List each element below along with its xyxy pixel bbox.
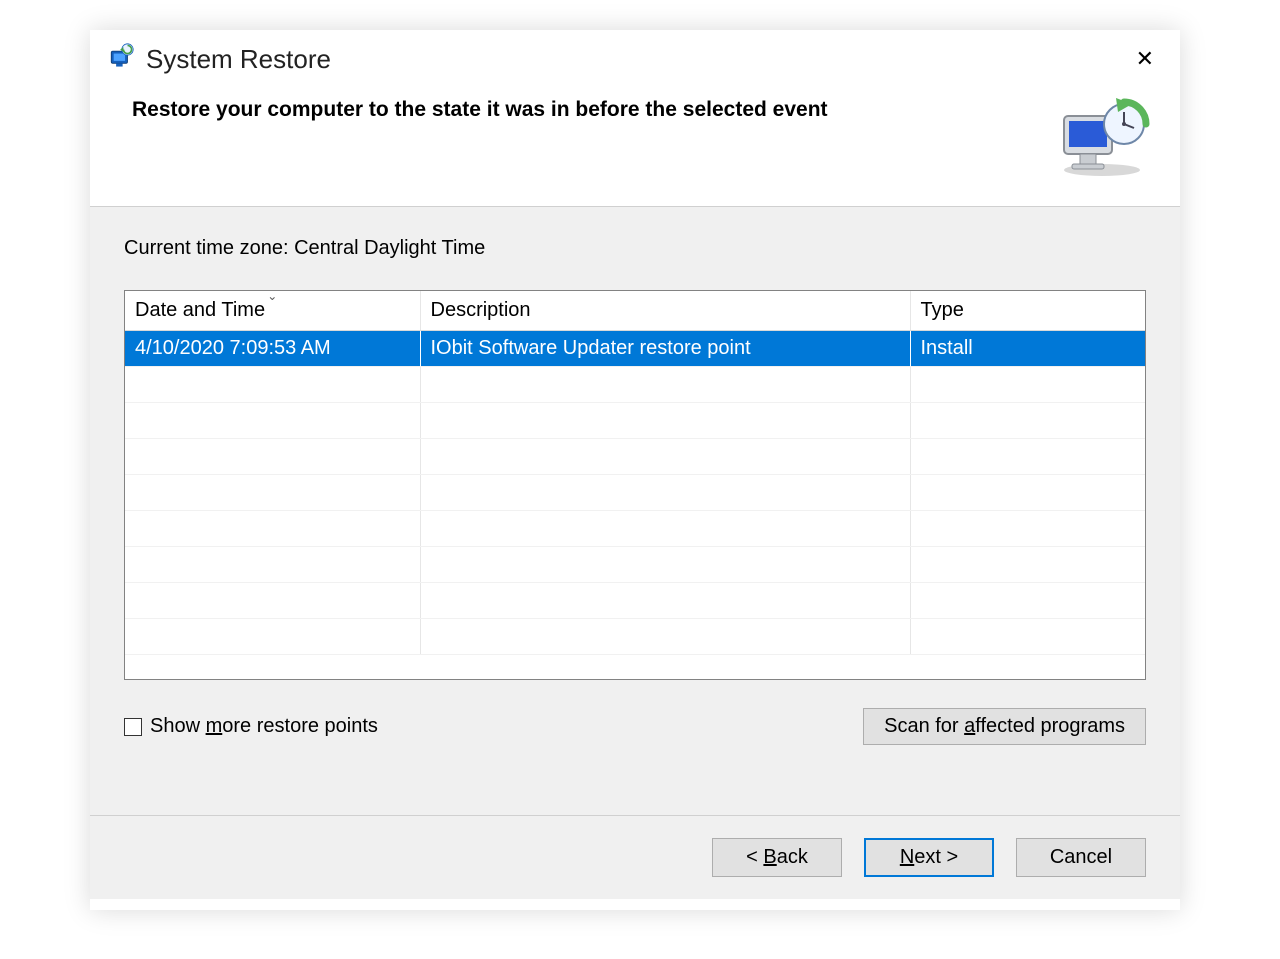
column-header-description-label: Description: [431, 299, 531, 321]
cell-empty: [910, 619, 1145, 655]
cell-empty: [910, 583, 1145, 619]
cell-empty: [910, 439, 1145, 475]
cell-empty: [125, 511, 420, 547]
cell-empty: [910, 511, 1145, 547]
content-area: Current time zone: Central Daylight Time…: [90, 207, 1180, 815]
cell-empty: [125, 619, 420, 655]
table-row[interactable]: 4/10/2020 7:09:53 AMIObit Software Updat…: [125, 331, 1145, 367]
page-heading: Restore your computer to the state it wa…: [132, 98, 828, 122]
close-icon[interactable]: ✕: [1128, 42, 1162, 76]
cell-type: Install: [910, 331, 1145, 367]
table-row[interactable]: [125, 403, 1145, 439]
cell-empty: [910, 367, 1145, 403]
cell-desc: IObit Software Updater restore point: [420, 331, 910, 367]
cell-empty: [125, 583, 420, 619]
system-restore-large-icon: [1054, 98, 1150, 178]
column-header-type[interactable]: Type: [910, 291, 1145, 331]
cell-empty: [125, 547, 420, 583]
cell-empty: [420, 475, 910, 511]
cell-empty: [910, 547, 1145, 583]
app-title: System Restore: [146, 44, 331, 75]
cell-empty: [125, 439, 420, 475]
column-header-type-label: Type: [921, 299, 964, 321]
table-row[interactable]: [125, 367, 1145, 403]
cell-empty: [910, 403, 1145, 439]
system-restore-dialog: System Restore ✕ Restore your computer t…: [90, 30, 1180, 910]
cancel-button[interactable]: Cancel: [1016, 838, 1146, 877]
cell-date: 4/10/2020 7:09:53 AM: [125, 331, 420, 367]
footer-buttons: < Back Next > Cancel: [90, 815, 1180, 899]
restore-points-table[interactable]: ⌄ Date and Time Description Type 4/10/20…: [124, 290, 1146, 680]
cell-empty: [420, 511, 910, 547]
table-row[interactable]: [125, 511, 1145, 547]
cell-empty: [420, 403, 910, 439]
scan-affected-button[interactable]: Scan for affected programs: [863, 708, 1146, 745]
column-header-description[interactable]: Description: [420, 291, 910, 331]
system-restore-app-icon: [108, 43, 134, 75]
cell-empty: [125, 367, 420, 403]
cell-empty: [420, 439, 910, 475]
next-button[interactable]: Next >: [864, 838, 994, 877]
header-area: Restore your computer to the state it wa…: [90, 86, 1180, 206]
table-row[interactable]: [125, 439, 1145, 475]
titlebar: System Restore ✕: [90, 30, 1180, 86]
table-row[interactable]: [125, 547, 1145, 583]
timezone-label: Current time zone: Central Daylight Time: [124, 237, 1146, 260]
table-row[interactable]: [125, 619, 1145, 655]
show-more-checkbox-wrap[interactable]: Show more restore points: [124, 715, 378, 738]
show-more-checkbox[interactable]: [124, 718, 142, 736]
table-row[interactable]: [125, 475, 1145, 511]
sort-indicator-icon: ⌄: [267, 290, 277, 303]
titlebar-left: System Restore: [108, 43, 331, 75]
column-header-date[interactable]: ⌄ Date and Time: [125, 291, 420, 331]
table-header-row: ⌄ Date and Time Description Type: [125, 291, 1145, 331]
show-more-label: Show more restore points: [150, 715, 378, 738]
cell-empty: [125, 403, 420, 439]
controls-row: Show more restore points Scan for affect…: [124, 708, 1146, 745]
back-button[interactable]: < Back: [712, 838, 842, 877]
cell-empty: [910, 475, 1145, 511]
cell-empty: [125, 475, 420, 511]
cell-empty: [420, 547, 910, 583]
table-row[interactable]: [125, 583, 1145, 619]
cell-empty: [420, 583, 910, 619]
column-header-date-label: Date and Time: [135, 299, 265, 321]
cell-empty: [420, 367, 910, 403]
cell-empty: [420, 619, 910, 655]
